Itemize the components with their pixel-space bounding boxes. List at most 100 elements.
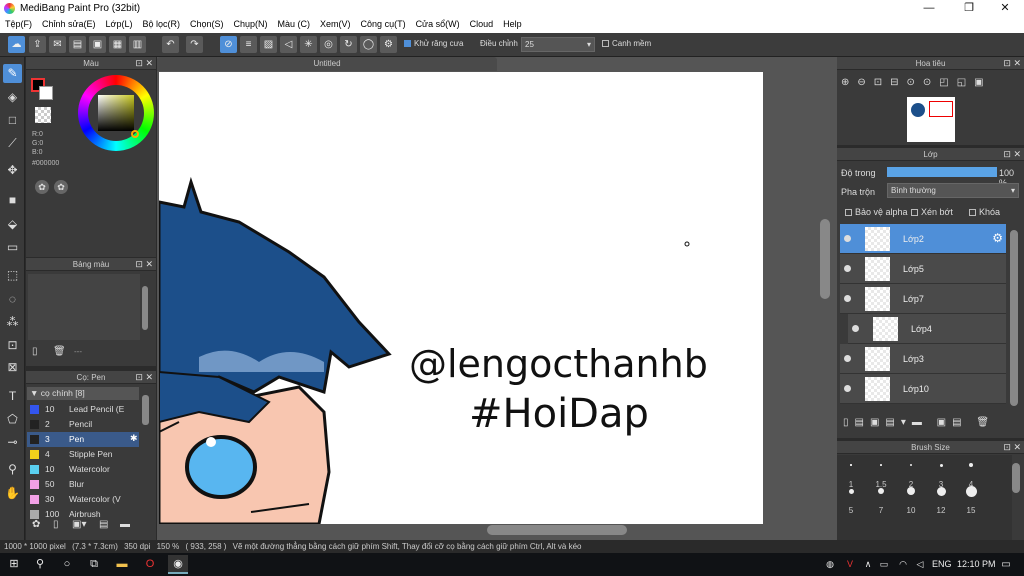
horizontal-scrollbar[interactable] (487, 525, 627, 535)
medibang-taskbar-icon[interactable]: ◉ (168, 555, 188, 574)
undo-icon[interactable]: ↶ (162, 36, 179, 53)
eye-icon[interactable] (852, 325, 859, 332)
brush-list-item[interactable]: 30 Watercolor (V (27, 492, 139, 507)
brush-size-dot[interactable] (848, 488, 854, 494)
antialias-checkbox[interactable]: Khử răng cưa (404, 39, 463, 48)
curve-snap-icon[interactable]: ↻ (340, 36, 357, 53)
brush-size-dot[interactable] (907, 487, 915, 495)
parallel-snap-icon[interactable]: ≡ (240, 36, 257, 53)
tray-battery-icon[interactable]: ▭ (874, 555, 894, 574)
select-pen-icon[interactable]: ⊡ (3, 336, 22, 355)
page-icon[interactable]: ▤ (69, 36, 86, 53)
cortana-icon[interactable]: ○ (57, 555, 77, 574)
comment-icon[interactable]: ✉ (49, 36, 66, 53)
panel-close-icon[interactable]: ⊡ ✕ (1003, 57, 1021, 70)
palette-add-icon[interactable]: ✿ (54, 180, 68, 194)
brush-settings-icon[interactable]: ✱ (130, 433, 138, 444)
eye-icon[interactable] (844, 385, 851, 392)
opacity-slider[interactable] (887, 167, 997, 177)
menu-color[interactable]: Màu (C) (273, 17, 316, 31)
document-icon[interactable]: ▣ (89, 36, 106, 53)
select-eraser-icon[interactable]: ⊠ (3, 358, 22, 377)
brush-list-item[interactable]: 2 Pencil (27, 417, 139, 432)
paint-tool-icon[interactable]: ⟋ (3, 134, 22, 153)
language-indicator[interactable]: ENG (932, 559, 952, 569)
divide-tool-icon[interactable]: ⬠ (3, 410, 22, 429)
new-brush-icon[interactable]: ▯ (53, 519, 59, 530)
layer-row[interactable]: Lớp3 (840, 344, 1006, 374)
vanishing-snap-icon[interactable]: ◁ (280, 36, 297, 53)
secondary-color-swatch[interactable] (39, 86, 53, 100)
brush-list-item[interactable]: 4 Stipple Pen (27, 447, 139, 462)
layer-row[interactable]: Lớp10 (840, 374, 1006, 404)
brush-size-dot[interactable] (969, 463, 973, 467)
correction-select[interactable]: 25 ▾ (521, 37, 595, 52)
magic-wand-icon[interactable]: ⁂ (3, 313, 22, 332)
brush-list-item[interactable]: 3 Pen (27, 432, 139, 447)
navigator-toolbar[interactable]: ⊕⊖⊡⊟⊙⊙◰◱▣ (841, 77, 992, 88)
cross-snap-icon[interactable]: ▨ (260, 36, 277, 53)
clock[interactable]: 12:10 PM (957, 559, 996, 569)
snap-off-icon[interactable]: ⊘ (220, 36, 237, 53)
menu-filter[interactable]: Bộ lọc(R) (137, 17, 185, 31)
close-window-button[interactable]: ✕ (986, 0, 1024, 17)
tray-icon-v[interactable]: V (840, 555, 860, 574)
brush-list-item[interactable]: 10 Watercolor (27, 462, 139, 477)
hue-marker[interactable] (131, 130, 139, 138)
share-icon[interactable]: ⇪ (29, 36, 46, 53)
brush-scrollbar[interactable] (142, 395, 149, 425)
menu-snap[interactable]: Chụp(N) (229, 17, 273, 31)
circle-snap-icon[interactable]: ◯ (360, 36, 377, 53)
brush-list-item[interactable]: 10 Lead Pencil (E (27, 402, 139, 417)
eyedropper-tool-icon[interactable]: ⊸ (3, 433, 22, 452)
volume-icon[interactable]: ◁ (910, 555, 930, 574)
minimize-button[interactable]: — (910, 0, 948, 17)
eye-icon[interactable] (844, 355, 851, 362)
layer-row[interactable]: Lớp5 (840, 254, 1006, 284)
eye-icon[interactable] (844, 295, 851, 302)
layer-row[interactable]: Lớp7 (840, 284, 1006, 314)
protect-alpha-checkbox[interactable]: Bảo vệ alpha (845, 207, 908, 217)
layer-scrollbar[interactable] (1010, 230, 1018, 406)
size-scrollbar[interactable] (1012, 463, 1020, 493)
layer-row[interactable]: Lớp2 ⚙ (840, 224, 1006, 254)
opera-icon[interactable]: O (140, 555, 160, 574)
select-tool-icon[interactable]: ⬚ (3, 266, 22, 285)
brush-size-dot[interactable] (965, 485, 977, 497)
search-icon[interactable]: ⚲ (30, 555, 50, 574)
brush-folder-icon[interactable]: ▬ (120, 519, 130, 530)
windows-start-icon[interactable]: ⊞ (4, 555, 24, 574)
brush-tool-icon[interactable]: ✎ (3, 64, 22, 83)
panel-close-icon[interactable]: ⊡ ✕ (1003, 441, 1021, 454)
grid-icon[interactable]: ▦ (109, 36, 126, 53)
menu-view[interactable]: Xem(V) (315, 17, 356, 31)
drawing-canvas[interactable]: @lengocthanhb #HoiDap (159, 72, 763, 524)
zoom-dropper-icon[interactable]: ⚲ (3, 460, 22, 479)
radial-snap-icon[interactable]: ✳ (300, 36, 317, 53)
notification-icon[interactable]: ▭ (996, 555, 1016, 574)
redo-icon[interactable]: ↷ (186, 36, 203, 53)
palette-icon[interactable]: ✿ (35, 180, 49, 194)
navigator-thumbnail[interactable] (907, 97, 955, 142)
brush-copy-icon[interactable]: ▤ (99, 519, 108, 530)
settings-icon[interactable]: ⚙ (380, 36, 397, 53)
menu-layer[interactable]: Lớp(L) (101, 17, 138, 31)
task-view-icon[interactable]: ⧉ (84, 555, 104, 574)
brush-size-dot[interactable] (936, 486, 946, 496)
fill-rect-tool-icon[interactable]: ■ (3, 191, 22, 210)
menu-tools[interactable]: Công cụ(T) (356, 17, 411, 31)
bucket-tool-icon[interactable]: ⬙ (3, 215, 22, 234)
maximize-button[interactable]: ❐ (950, 0, 988, 17)
brush-list-item[interactable]: 50 Blur (27, 477, 139, 492)
tab-untitled[interactable]: Untitled (157, 57, 497, 71)
eye-icon[interactable] (844, 265, 851, 272)
navigator-viewport[interactable] (929, 101, 953, 117)
clipping-checkbox[interactable]: Xén bớt (911, 207, 953, 217)
brush-size-dot[interactable] (939, 463, 943, 467)
brush-size-dot[interactable] (880, 464, 882, 466)
brush-menu-icon[interactable]: ▣▾ (72, 519, 86, 530)
saturation-value-box[interactable] (98, 95, 134, 131)
brush-size-dot[interactable] (850, 464, 852, 466)
panel-close-icon[interactable]: ⊡ ✕ (1003, 148, 1021, 161)
eraser-tool-icon[interactable]: ◈ (3, 88, 22, 107)
